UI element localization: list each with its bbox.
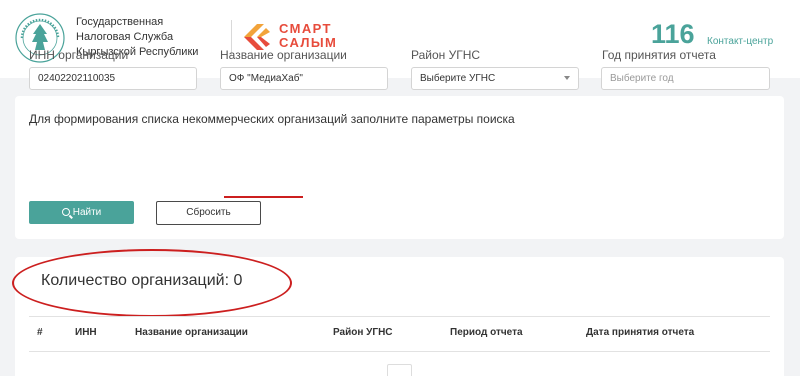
contact-phone[interactable]: 116 [651, 19, 695, 50]
search-icon [61, 208, 70, 216]
annotation-circle [12, 249, 292, 317]
chevron-down-icon [564, 76, 570, 80]
inn-field[interactable]: 02402202110035 [29, 67, 197, 90]
table-top-border [29, 316, 770, 317]
district-select[interactable]: Выберите УГНС [411, 67, 579, 90]
search-button-label: Найти [72, 207, 102, 218]
org-name-label: Название организации [220, 48, 347, 62]
district-select-value: Выберите УГНС [420, 73, 496, 84]
col-header-org-name: Название организации [135, 327, 248, 338]
col-header-district: Район УГНС [333, 327, 393, 338]
agency-name-line: Государственная [76, 16, 164, 28]
search-card-title: Для формирования списка некоммерческих о… [29, 112, 515, 126]
district-label: Район УГНС [411, 48, 481, 62]
annotation-underline [224, 196, 303, 198]
col-header-index: # [37, 327, 43, 338]
brand-wordmark: СМАРТ САЛЫМ [279, 22, 337, 50]
search-button[interactable]: Найти [29, 201, 134, 224]
brand-top: СМАРТ [279, 21, 332, 36]
org-name-field[interactable]: ОФ "МедиаХаб" [220, 67, 388, 90]
year-picker[interactable]: Выберите год [601, 67, 770, 90]
table-header-border [29, 351, 770, 352]
reset-button[interactable]: Сбросить [156, 201, 261, 225]
pagination-button[interactable] [387, 364, 412, 376]
year-label: Год принятия отчета [602, 48, 716, 62]
contact-center-label: Контакт-центр [707, 36, 774, 47]
inn-label: ИНН организации [29, 48, 129, 62]
col-header-inn: ИНН [75, 327, 97, 338]
col-header-period: Период отчета [450, 327, 523, 338]
agency-name-line: Налоговая Служба [76, 31, 174, 43]
col-header-accept-date: Дата принятия отчета [586, 327, 695, 338]
